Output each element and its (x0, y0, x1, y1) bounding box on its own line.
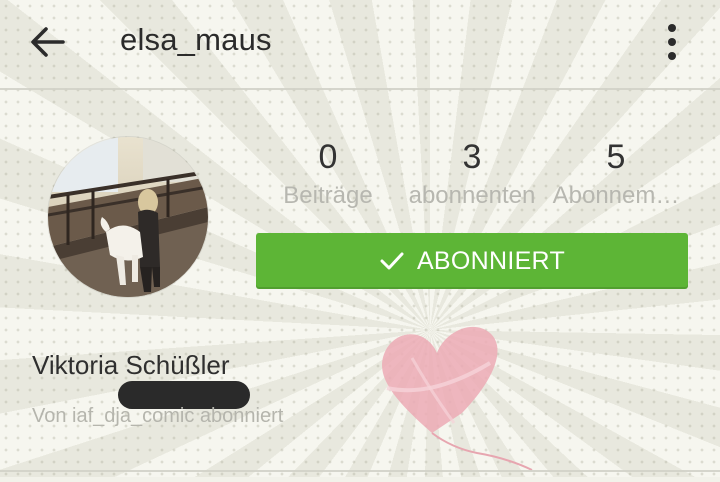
stat-posts-count: 0 (318, 138, 338, 176)
stat-followers-label: abonnenten (408, 182, 536, 209)
profile-username: elsa_maus (120, 22, 272, 57)
back-button[interactable] (28, 22, 68, 62)
stat-following-label: Abonnem… (552, 182, 680, 209)
avatar[interactable] (48, 137, 208, 297)
divider (0, 470, 720, 472)
app-header: elsa_maus (0, 0, 720, 90)
heart-balloon-sticker (372, 318, 542, 477)
profile-full-name: Viktoria Schüßler (32, 350, 230, 380)
stat-following-count: 5 (606, 138, 626, 176)
following-button-label: ABONNIERT (416, 246, 566, 275)
stat-posts-label: Beiträge (283, 182, 373, 209)
followed-by-text[interactable]: Von iaf_dja_comic abonniert (32, 405, 283, 428)
stat-following[interactable]: 5 Abonnem… (546, 138, 686, 210)
stat-followers[interactable]: 3 abonnenten (402, 138, 542, 210)
following-button[interactable]: ABONNIERT (256, 233, 688, 289)
more-vertical-icon (668, 24, 676, 60)
profile-photo (48, 137, 208, 297)
more-options-button[interactable] (660, 20, 684, 66)
arrow-left-icon (31, 27, 65, 57)
checkmark-icon (380, 252, 404, 270)
stat-posts[interactable]: 0 Beiträge (258, 138, 398, 210)
stat-followers-count: 3 (462, 138, 482, 176)
